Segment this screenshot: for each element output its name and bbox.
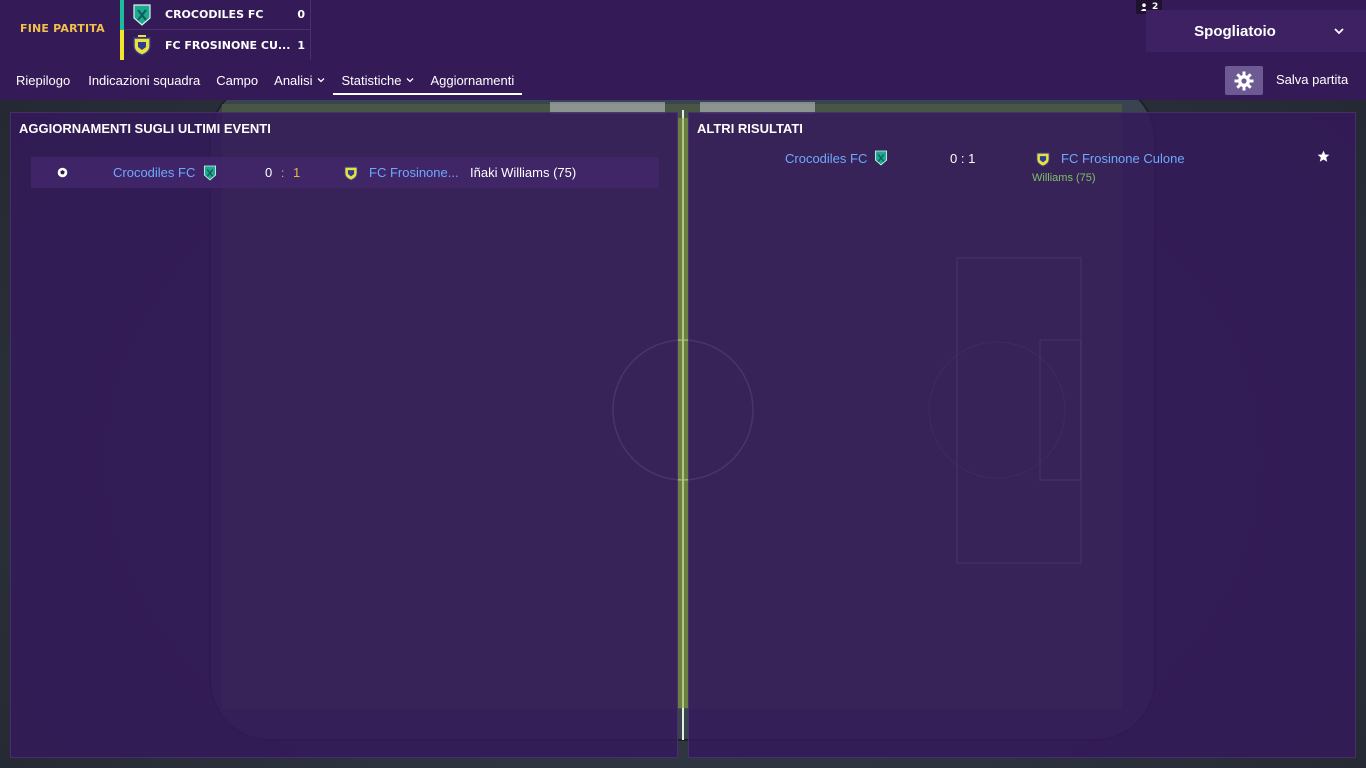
scoreboard-home-row[interactable]: CROCODILES FC 0	[120, 0, 311, 30]
result-home-badge	[874, 150, 888, 169]
favourite-button[interactable]	[1317, 150, 1330, 166]
result-home-team-link[interactable]: Crocodiles FC	[785, 151, 867, 166]
scoreboard-away-row[interactable]: FC FROSINONE CU... 1	[120, 30, 311, 60]
result-scorer: Williams (75)	[1032, 172, 1096, 184]
nav-label: Aggiornamenti	[430, 72, 515, 88]
chevron-down-icon	[317, 78, 325, 83]
event-away-team-link[interactable]: FC Frosinone...	[369, 157, 461, 188]
match-state-label: FINE PARTITA	[20, 22, 105, 35]
frosinone-badge-icon	[1036, 152, 1050, 167]
crocodiles-badge-icon	[133, 3, 151, 26]
main-nav: Riepilogo Indicazioni squadra Campo Anal…	[0, 62, 523, 98]
crocodiles-badge-icon	[203, 165, 217, 181]
events-panel: AGGIORNAMENTI SUGLI ULTIMI EVENTI Crocod…	[10, 112, 678, 758]
away-score: 1	[297, 38, 305, 52]
event-row[interactable]: Crocodiles FC 0 : 1 FC Frosinone... Iñak…	[31, 157, 659, 188]
home-color-bar	[120, 0, 124, 30]
crocodiles-badge-icon	[874, 150, 888, 166]
event-away-score: 1	[293, 165, 301, 180]
nav-aggiornamenti[interactable]: Aggiornamenti	[422, 62, 523, 98]
scoreboard: CROCODILES FC 0 FC FROSINONE CU... 1	[120, 0, 311, 60]
nav-label: Riepilogo	[16, 72, 71, 88]
event-score-separator: :	[281, 165, 285, 180]
nav-analisi[interactable]: Analisi	[266, 62, 333, 98]
nav-label: Statistiche	[341, 72, 402, 88]
event-home-badge	[203, 157, 217, 188]
frosinone-badge-icon	[133, 35, 151, 56]
chevron-down-icon	[406, 78, 414, 83]
home-score: 0	[297, 8, 305, 21]
results-panel-title: ALTRI RISULTATI	[697, 121, 803, 136]
result-away-badge	[1035, 150, 1051, 170]
chevron-down-icon	[1334, 28, 1344, 35]
event-scorer[interactable]: Iñaki Williams (75)	[470, 157, 576, 188]
result-row[interactable]: Crocodiles FC 0 : 1 FC Frosinone Culone …	[689, 149, 1355, 189]
event-away-badge	[343, 157, 359, 188]
nav-campo[interactable]: Campo	[208, 62, 266, 98]
football-icon	[57, 167, 68, 178]
event-home-score: 0	[265, 165, 273, 180]
nav-riepilogo[interactable]: Riepilogo	[0, 62, 80, 98]
gear-icon	[1234, 71, 1254, 90]
nav-label: Analisi	[274, 72, 313, 88]
event-type	[57, 157, 68, 188]
settings-button[interactable]	[1225, 66, 1263, 95]
frosinone-badge-icon	[344, 166, 358, 181]
home-team-name: CROCODILES FC	[165, 8, 264, 21]
nav-label: Indicazioni squadra	[88, 72, 201, 88]
room-select[interactable]: Spogliatoio	[1146, 10, 1366, 52]
result-away-team-link[interactable]: FC Frosinone Culone	[1061, 151, 1185, 166]
result-score[interactable]: 0 : 1	[950, 151, 975, 166]
nav-statistiche[interactable]: Statistiche	[333, 62, 423, 98]
top-bar: FINE PARTITA CROCODILES FC 0 FC FROSINON…	[0, 0, 1366, 100]
away-color-bar	[120, 30, 124, 60]
events-panel-title: AGGIORNAMENTI SUGLI ULTIMI EVENTI	[19, 121, 271, 136]
event-home-team-link[interactable]: Crocodiles FC	[113, 157, 195, 188]
room-select-value: Spogliatoio	[1194, 22, 1276, 40]
nav-label: Campo	[216, 72, 259, 88]
save-match-button[interactable]: Salva partita	[1276, 72, 1348, 87]
star-icon	[1317, 150, 1330, 162]
results-panel: ALTRI RISULTATI Crocodiles FC 0 : 1 FC F…	[688, 112, 1356, 758]
away-team-name: FC FROSINONE CU...	[165, 38, 291, 52]
nav-indicazioni-squadra[interactable]: Indicazioni squadra	[80, 62, 208, 98]
